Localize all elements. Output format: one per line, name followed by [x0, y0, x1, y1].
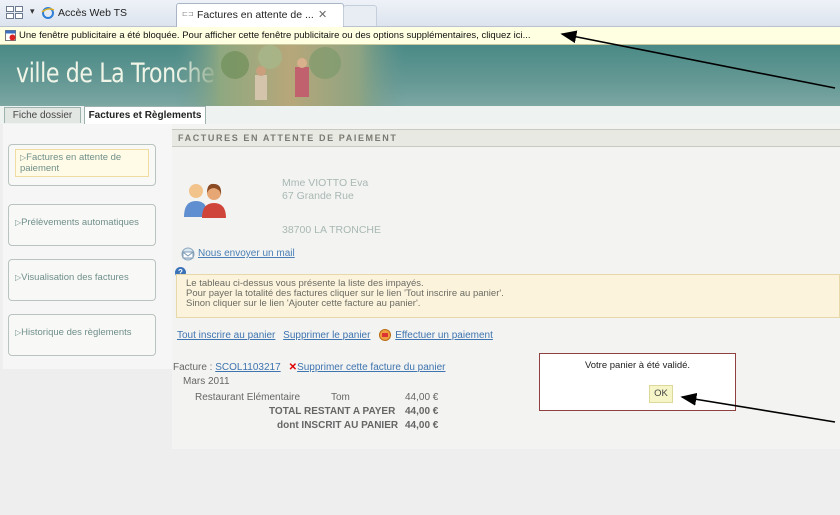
annotation-arrow-ok — [680, 393, 836, 423]
annotation-arrows — [560, 30, 836, 423]
annotation-arrow-infobar — [560, 30, 836, 89]
